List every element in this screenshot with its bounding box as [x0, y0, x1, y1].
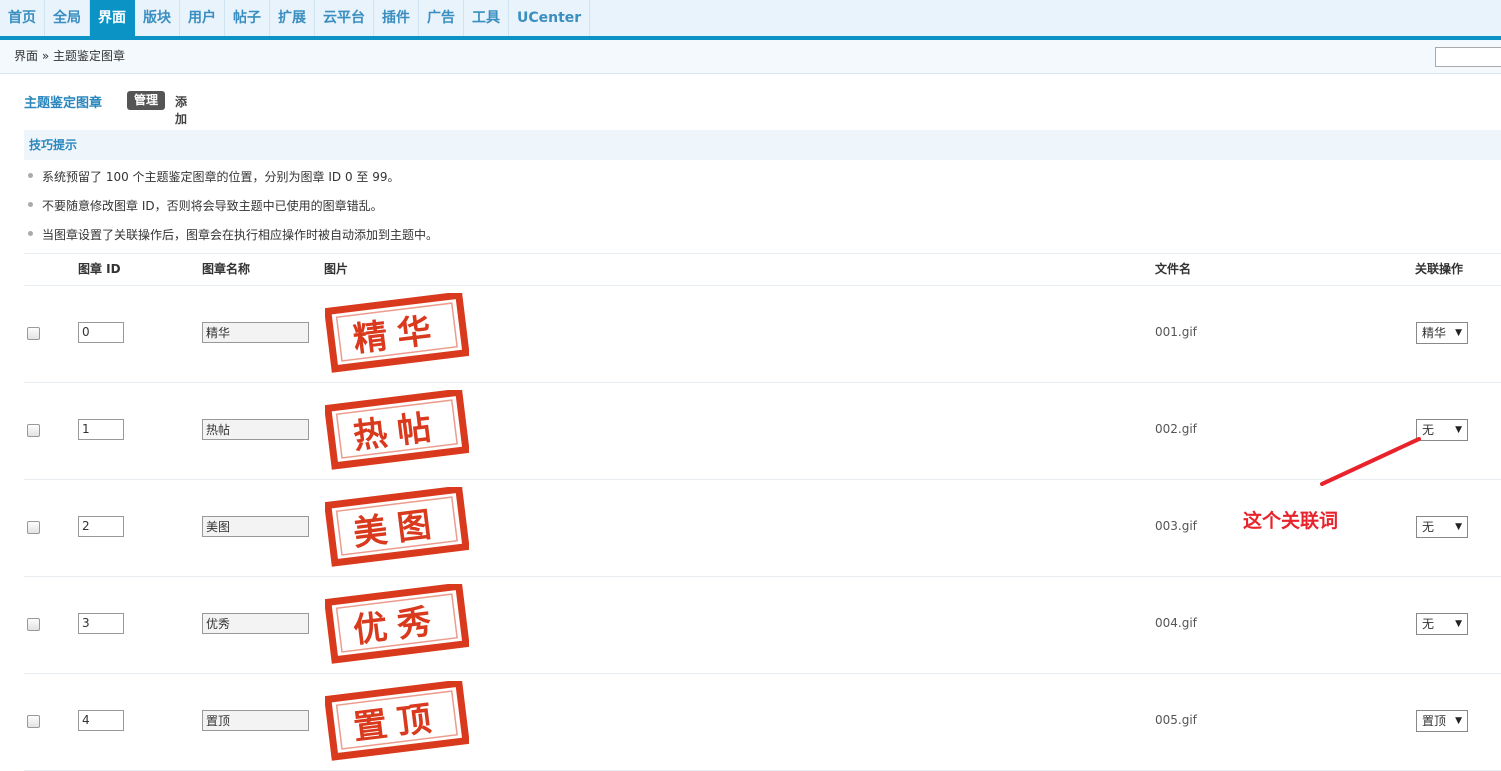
dropdown-arrow-icon: ▼ — [1455, 716, 1462, 726]
tip-text: 不要随意修改图章 ID，否则将会导致主题中已使用的图章错乱。 — [42, 199, 383, 213]
action-select[interactable]: 无 ▼ — [1416, 516, 1468, 538]
col-name: 图章名称 — [202, 262, 251, 276]
row-checkbox[interactable] — [27, 521, 40, 534]
stamp-name-input[interactable]: 热帖 — [202, 419, 309, 440]
breadcrumb: 界面 » 主题鉴定图章 — [14, 49, 125, 63]
row-checkbox[interactable] — [27, 618, 40, 631]
stamp-image: 精华 — [325, 293, 469, 373]
tab-interface[interactable]: 界面 — [90, 0, 135, 36]
tip-text: 当图章设置了关联操作后，图章会在执行相应操作时被自动添加到主题中。 — [42, 228, 439, 242]
file-name: 005.gif — [1155, 713, 1197, 727]
bullet-icon — [28, 173, 33, 178]
dropdown-arrow-icon: ▼ — [1455, 328, 1462, 338]
tip-item: 当图章设置了关联操作后，图章会在执行相应操作时被自动添加到主题中。 — [28, 226, 438, 243]
file-name: 003.gif — [1155, 519, 1197, 533]
file-name: 001.gif — [1155, 325, 1197, 339]
stamp-id-input[interactable]: 1 — [78, 419, 124, 440]
stamp-name-input[interactable]: 优秀 — [202, 613, 309, 634]
stamp-image: 美图 — [325, 487, 469, 567]
stamp-text: 热帖 — [351, 407, 443, 457]
file-name: 004.gif — [1155, 616, 1197, 630]
stamp-image: 置顶 — [325, 681, 469, 761]
table-row: 4 置顶 置顶 005.gif 置顶 ▼ — [24, 673, 1501, 771]
col-image: 图片 — [324, 262, 349, 276]
table-row: 1 热帖 热帖 002.gif 无 ▼ — [24, 382, 1501, 480]
tab-extensions[interactable]: 扩展 — [270, 0, 315, 36]
stamp-text: 精华 — [351, 310, 443, 360]
tab-cloud[interactable]: 云平台 — [315, 0, 374, 36]
stamp-id-input[interactable]: 4 — [78, 710, 124, 731]
action-select[interactable]: 无 ▼ — [1416, 419, 1468, 441]
tab-users[interactable]: 用户 — [180, 0, 225, 36]
search-input[interactable] — [1435, 47, 1501, 67]
stamp-id-input[interactable]: 0 — [78, 322, 124, 343]
row-checkbox[interactable] — [27, 327, 40, 340]
action-select[interactable]: 无 ▼ — [1416, 613, 1468, 635]
stamp-text: 置顶 — [351, 698, 443, 748]
tab-forums[interactable]: 版块 — [135, 0, 180, 36]
breadcrumb-bar: 界面 » 主题鉴定图章 — [0, 40, 1501, 74]
tab-tools[interactable]: 工具 — [464, 0, 509, 36]
tip-item: 系统预留了 100 个主题鉴定图章的位置，分别为图章 ID 0 至 99。 — [28, 168, 399, 185]
stamp-image: 优秀 — [325, 584, 469, 664]
row-checkbox[interactable] — [27, 715, 40, 728]
tab-global[interactable]: 全局 — [45, 0, 90, 36]
stamp-text: 美图 — [351, 504, 443, 554]
action-select[interactable]: 置顶 ▼ — [1416, 710, 1468, 732]
tip-item: 不要随意修改图章 ID，否则将会导致主题中已使用的图章错乱。 — [28, 197, 383, 214]
row-checkbox[interactable] — [27, 424, 40, 437]
bullet-icon — [28, 231, 33, 236]
col-id: 图章 ID — [78, 262, 121, 276]
action-select[interactable]: 精华 ▼ — [1416, 322, 1468, 344]
top-nav: 首页 全局 界面 版块 用户 帖子 扩展 云平台 插件 广告 工具 UCente… — [0, 0, 1501, 40]
stamp-name-input[interactable]: 置顶 — [202, 710, 309, 731]
table-row: 0 精华 精华 001.gif 精华 ▼ — [24, 285, 1501, 383]
file-name: 002.gif — [1155, 422, 1197, 436]
table-row: 3 优秀 优秀 004.gif 无 ▼ — [24, 576, 1501, 674]
stamp-name-input[interactable]: 美图 — [202, 516, 309, 537]
tip-text: 系统预留了 100 个主题鉴定图章的位置，分别为图章 ID 0 至 99。 — [42, 170, 400, 184]
tips-heading: 技巧提示 — [29, 138, 78, 152]
stamp-image: 热帖 — [325, 390, 469, 470]
tab-ucenter[interactable]: UCenter — [509, 0, 591, 36]
action-select-value: 无 — [1422, 520, 1435, 534]
dropdown-arrow-icon: ▼ — [1455, 522, 1462, 532]
page-title: 主题鉴定图章 — [24, 96, 103, 111]
manage-button[interactable]: 管理 — [127, 91, 165, 110]
action-select-value: 无 — [1422, 617, 1435, 631]
stamp-id-input[interactable]: 3 — [78, 613, 124, 634]
col-action: 关联操作 — [1415, 262, 1464, 276]
col-filename: 文件名 — [1155, 262, 1192, 276]
action-select-value: 无 — [1422, 423, 1435, 437]
stamp-text: 优秀 — [351, 601, 443, 651]
action-select-value: 置顶 — [1422, 714, 1447, 728]
tab-home[interactable]: 首页 — [0, 0, 45, 36]
bullet-icon — [28, 202, 33, 207]
stamp-name-input[interactable]: 精华 — [202, 322, 309, 343]
table-header: 图章 ID 图章名称 图片 文件名 关联操作 — [24, 253, 1501, 286]
action-select-value: 精华 — [1422, 326, 1447, 340]
tab-posts[interactable]: 帖子 — [225, 0, 270, 36]
dropdown-arrow-icon: ▼ — [1455, 619, 1462, 629]
dropdown-arrow-icon: ▼ — [1455, 425, 1462, 435]
annotation-label: 这个关联词 — [1243, 510, 1339, 532]
add-link[interactable]: 添加 — [175, 93, 187, 127]
tab-plugins[interactable]: 插件 — [374, 0, 419, 36]
tab-ads[interactable]: 广告 — [419, 0, 464, 36]
tips-header: 技巧提示 — [24, 130, 1501, 160]
stamp-id-input[interactable]: 2 — [78, 516, 124, 537]
